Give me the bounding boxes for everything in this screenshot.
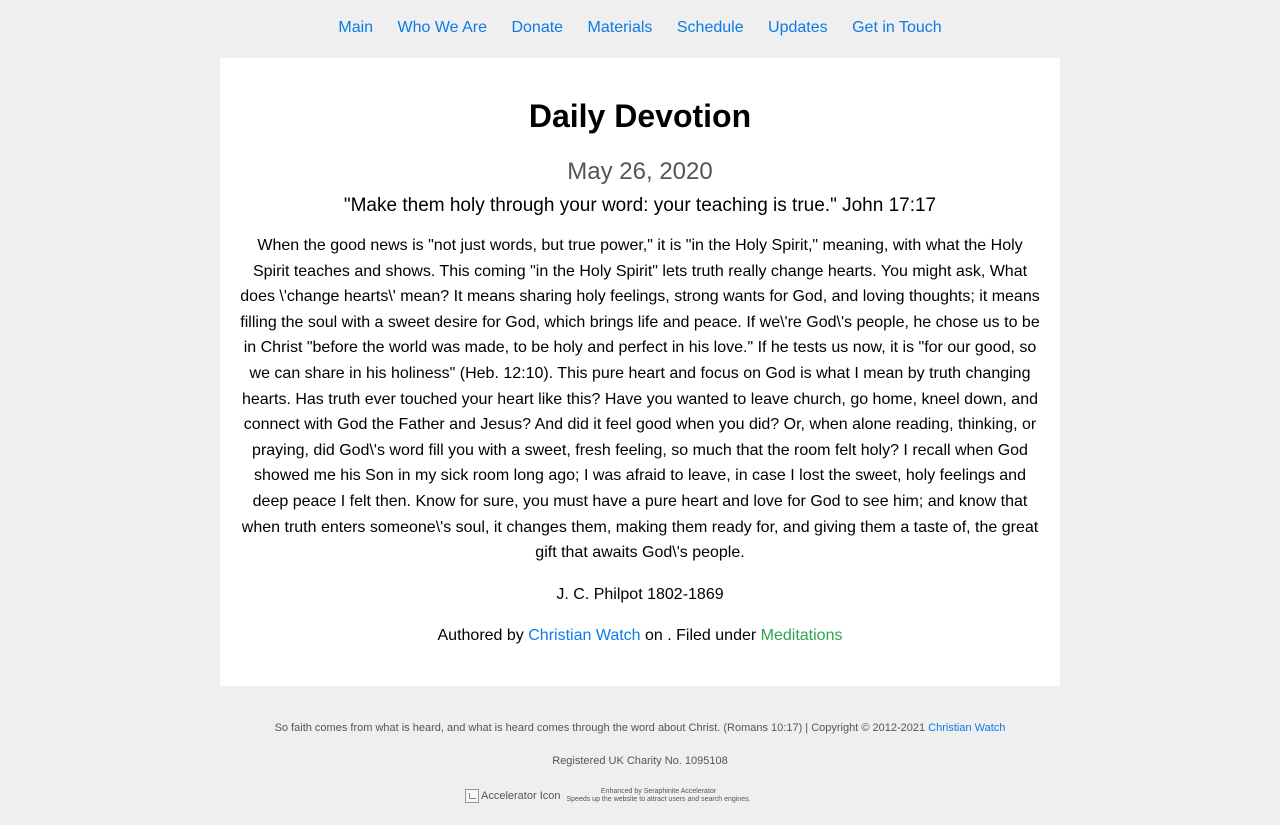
accelerator-badge[interactable]: Accelerator Icon Enhanced by Seraphinite… xyxy=(465,785,751,807)
nav-item-donate[interactable]: Donate xyxy=(511,19,563,36)
article-meta: Authored by Christian Watch on . Filed u… xyxy=(220,626,1060,646)
author-link[interactable]: Christian Watch xyxy=(528,627,640,644)
category-link[interactable]: Meditations xyxy=(761,627,843,644)
article-attribution: J. C. Philpot 1802-1869 xyxy=(556,586,724,603)
nav-item-schedule[interactable]: Schedule xyxy=(677,19,744,36)
nav-item-updates[interactable]: Updates xyxy=(768,19,828,36)
nav-item-get-in-touch[interactable]: Get in Touch xyxy=(852,19,942,36)
main-nav: Main Who We Are Donate Materials Schedul… xyxy=(0,18,1280,38)
nav-item-main[interactable]: Main xyxy=(338,19,373,36)
broken-image-icon xyxy=(465,789,479,803)
footer-scripture-text: So faith comes from what is heard, and w… xyxy=(274,722,926,734)
footer-scripture: So faith comes from what is heard, and w… xyxy=(0,720,1280,736)
scripture-verse: "Make them holy through your word: your … xyxy=(343,195,937,216)
article-date: May 26, 2020 xyxy=(567,158,713,185)
accelerator-line-1: Enhanced by Seraphinite Accelerator xyxy=(600,788,717,795)
article-card: Daily Devotion May 26, 2020 "Make them h… xyxy=(220,58,1060,686)
nav-item-who-we-are[interactable]: Who We Are xyxy=(398,19,488,36)
accelerator-icon: Accelerator Icon xyxy=(465,789,560,803)
footer-charity: Registered UK Charity No. 1095108 xyxy=(552,755,728,767)
footer-copyright-link[interactable]: Christian Watch xyxy=(928,722,1005,734)
page-title: Daily Devotion xyxy=(528,98,752,134)
filed-under-label: on . Filed under xyxy=(645,627,757,644)
article-body: When the good news is "not just words, b… xyxy=(240,237,1040,562)
authored-by-label: Authored by xyxy=(437,627,524,644)
nav-item-materials[interactable]: Materials xyxy=(588,19,653,36)
accelerator-line-2: Speeds up the website to attract users a… xyxy=(566,796,751,803)
accelerator-icon-alt: Accelerator Icon xyxy=(481,790,561,802)
accelerator-text: Enhanced by Seraphinite Accelerator Spee… xyxy=(566,788,750,804)
